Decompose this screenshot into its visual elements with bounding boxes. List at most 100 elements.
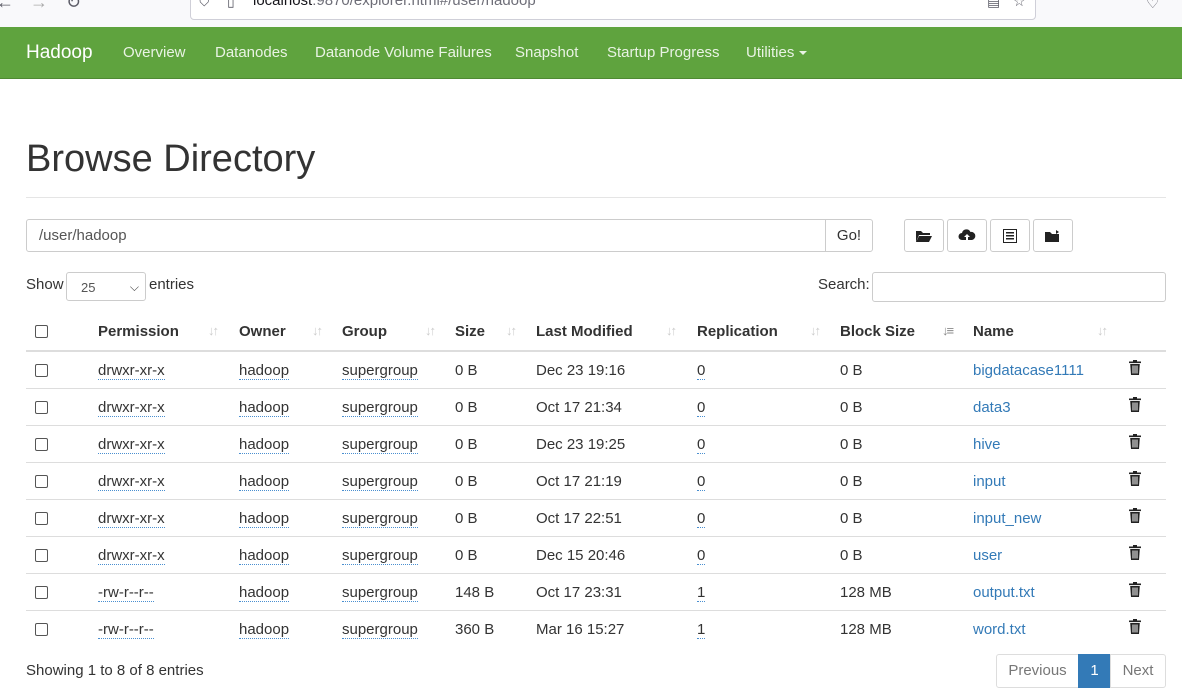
nav-overview[interactable]: Overview (123, 44, 186, 61)
trash-icon[interactable] (1129, 471, 1141, 486)
previous-page-button[interactable]: Previous (996, 654, 1079, 688)
nav-datanode-volume-failures[interactable]: Datanode Volume Failures (315, 44, 492, 61)
group-cell[interactable]: supergroup (342, 621, 418, 639)
file-name-link[interactable]: input (973, 473, 1006, 490)
column-group[interactable]: Group (342, 323, 387, 340)
forward-icon[interactable]: → (30, 0, 48, 12)
file-name-link[interactable]: input_new (973, 510, 1041, 527)
replication-cell[interactable]: 1 (697, 584, 706, 602)
group-cell[interactable]: supergroup (342, 436, 418, 454)
reader-view-icon[interactable]: ▤ (987, 0, 1000, 10)
group-cell[interactable]: supergroup (342, 584, 418, 602)
page-1-button[interactable]: 1 (1078, 654, 1111, 688)
row-checkbox[interactable] (35, 438, 48, 451)
group-cell[interactable]: supergroup (342, 510, 418, 528)
permission-cell[interactable]: drwxr-xr-x (98, 399, 165, 417)
column-block-size[interactable]: Block Size (840, 323, 915, 340)
permission-cell[interactable]: drwxr-xr-x (98, 436, 165, 454)
permission-cell[interactable]: drwxr-xr-x (98, 473, 165, 491)
sort-icon[interactable]: ↓↑ (666, 323, 677, 338)
nav-datanodes[interactable]: Datanodes (215, 44, 288, 61)
page-icon[interactable]: ▯ (227, 0, 235, 10)
pocket-icon[interactable]: ♡ (1146, 0, 1159, 14)
column-replication[interactable]: Replication (697, 323, 778, 340)
replication-cell[interactable]: 0 (697, 362, 706, 380)
row-checkbox[interactable] (35, 586, 48, 599)
upload-button[interactable] (947, 219, 987, 252)
trash-icon[interactable] (1129, 582, 1141, 597)
permission-cell[interactable]: drwxr-xr-x (98, 362, 165, 380)
permission-cell[interactable]: drwxr-xr-x (98, 510, 165, 528)
directory-path-input[interactable]: /user/hadoop (26, 219, 826, 252)
row-checkbox[interactable] (35, 401, 48, 414)
column-size[interactable]: Size (455, 323, 485, 340)
create-directory-button[interactable] (904, 219, 944, 252)
bookmark-star-icon[interactable]: ☆ (1013, 0, 1026, 10)
nav-startup-progress[interactable]: Startup Progress (607, 44, 720, 61)
trash-icon[interactable] (1129, 434, 1141, 449)
sort-icon[interactable]: ↓↑ (810, 323, 821, 338)
owner-cell[interactable]: hadoop (239, 473, 290, 491)
owner-cell[interactable]: hadoop (239, 547, 290, 565)
replication-cell[interactable]: 0 (697, 399, 706, 417)
group-cell[interactable]: supergroup (342, 362, 418, 380)
sort-icon[interactable]: ↓↑ (506, 323, 517, 338)
owner-cell[interactable]: hadoop (239, 621, 290, 639)
sort-icon[interactable]: ↓↑ (312, 323, 323, 338)
owner-cell[interactable]: hadoop (239, 399, 290, 417)
entries-select[interactable]: 25 ⌵ (66, 272, 146, 301)
group-cell[interactable]: supergroup (342, 547, 418, 565)
search-input[interactable] (872, 272, 1166, 302)
owner-cell[interactable]: hadoop (239, 436, 290, 454)
permission-cell[interactable]: -rw-r--r-- (98, 621, 154, 639)
replication-cell[interactable]: 0 (697, 473, 706, 491)
group-cell[interactable]: supergroup (342, 473, 418, 491)
trash-icon[interactable] (1129, 397, 1141, 412)
row-checkbox[interactable] (35, 512, 48, 525)
go-button[interactable]: Go! (825, 219, 873, 252)
column-name[interactable]: Name (973, 323, 1014, 340)
replication-cell[interactable]: 1 (697, 621, 706, 639)
nav-utilities-dropdown[interactable]: Utilities (746, 44, 808, 61)
column-permission[interactable]: Permission (98, 323, 179, 340)
owner-cell[interactable]: hadoop (239, 362, 290, 380)
row-checkbox[interactable] (35, 623, 48, 636)
shield-icon[interactable]: ⛉ (199, 0, 210, 10)
address-bar[interactable]: ⛉ ▯ localhost:9870/explorer.html#/user/h… (190, 0, 1036, 20)
file-name-link[interactable]: word.txt (973, 621, 1026, 638)
sort-icon[interactable]: ↓↑ (1097, 323, 1108, 338)
file-name-link[interactable]: hive (973, 436, 1001, 453)
file-name-link[interactable]: user (973, 547, 1002, 564)
trash-icon[interactable] (1129, 619, 1141, 634)
replication-cell[interactable]: 0 (697, 547, 706, 565)
row-checkbox[interactable] (35, 549, 48, 562)
column-last-modified[interactable]: Last Modified (536, 323, 633, 340)
row-checkbox[interactable] (35, 364, 48, 377)
trash-icon[interactable] (1129, 508, 1141, 523)
group-cell[interactable]: supergroup (342, 399, 418, 417)
file-name-link[interactable]: output.txt (973, 584, 1035, 601)
reload-icon[interactable]: ↻ (66, 0, 81, 12)
back-icon[interactable]: ← (0, 0, 14, 12)
owner-cell[interactable]: hadoop (239, 584, 290, 602)
sort-active-icon[interactable]: ↓≡ (942, 323, 954, 338)
file-name-link[interactable]: bigdatacase1111 (973, 362, 1084, 379)
replication-cell[interactable]: 0 (697, 436, 706, 454)
owner-cell[interactable]: hadoop (239, 510, 290, 528)
replication-cell[interactable]: 0 (697, 510, 706, 528)
nav-snapshot[interactable]: Snapshot (515, 44, 578, 61)
trash-icon[interactable] (1129, 545, 1141, 560)
cut-paste-button[interactable] (990, 219, 1030, 252)
column-owner[interactable]: Owner (239, 323, 286, 340)
file-name-link[interactable]: data3 (973, 399, 1011, 416)
move-button[interactable] (1033, 219, 1073, 252)
permission-cell[interactable]: -rw-r--r-- (98, 584, 154, 602)
sort-icon[interactable]: ↓↑ (208, 323, 219, 338)
brand-logo[interactable]: Hadoop (26, 42, 93, 64)
trash-icon[interactable] (1129, 360, 1141, 375)
sort-icon[interactable]: ↓↑ (425, 323, 436, 338)
permission-cell[interactable]: drwxr-xr-x (98, 547, 165, 565)
next-page-button[interactable]: Next (1110, 654, 1166, 688)
select-all-checkbox[interactable] (35, 325, 48, 338)
row-checkbox[interactable] (35, 475, 48, 488)
